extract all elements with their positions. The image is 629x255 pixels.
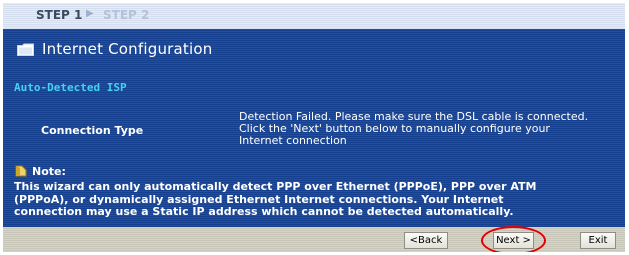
wizard-window: STEP 1 ▶ STEP 2 Internet Configuration A…: [3, 3, 625, 252]
folder-icon: [17, 43, 34, 56]
next-button-highlight: [481, 226, 546, 252]
connection-type-value: Detection Failed. Please make sure the D…: [239, 110, 589, 147]
back-button[interactable]: <Back: [404, 232, 448, 249]
step-bar: STEP 1 ▶ STEP 2: [3, 3, 625, 29]
step-next: STEP 2: [103, 8, 150, 22]
content-panel: Internet Configuration Auto-Detected ISP…: [3, 29, 625, 227]
step-arrow-icon: ▶: [86, 8, 94, 19]
note-text: This wizard can only automatically detec…: [14, 180, 537, 218]
note-label: Note:: [32, 165, 66, 178]
section-heading: Auto-Detected ISP: [14, 81, 127, 94]
connection-type-label: Connection Type: [41, 124, 144, 137]
note-icon: [15, 165, 27, 177]
exit-button[interactable]: Exit: [580, 232, 616, 249]
page-title: Internet Configuration: [42, 40, 213, 58]
step-current: STEP 1: [36, 8, 83, 22]
